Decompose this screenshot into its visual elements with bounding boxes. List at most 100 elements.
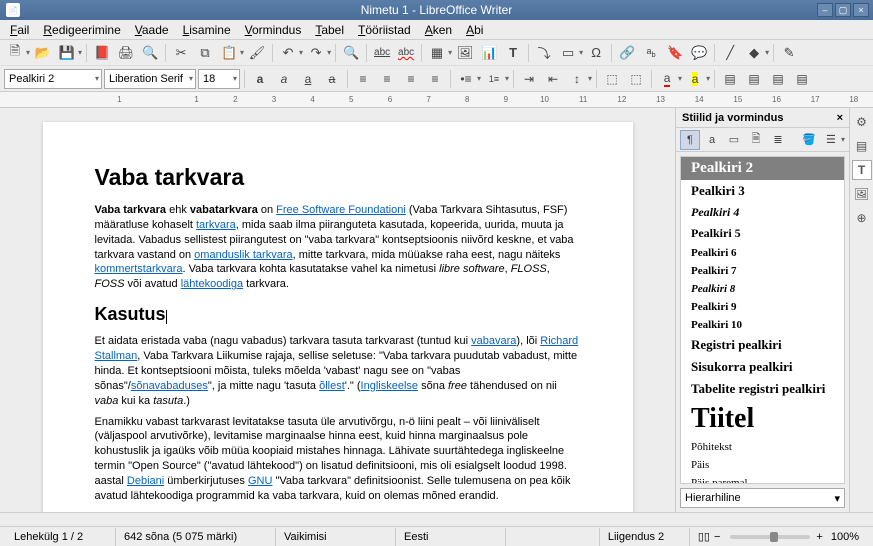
save-button[interactable]: 💾 <box>56 42 78 64</box>
link[interactable]: sõnavabaduses <box>131 380 208 392</box>
style-item[interactable]: Pealkiri 9 <box>681 298 844 316</box>
maximize-button[interactable]: ▢ <box>835 3 851 17</box>
italic-button[interactable]: a <box>273 69 295 89</box>
horizontal-scrollbar[interactable] <box>0 512 873 526</box>
style-item[interactable]: Tabelite registri pealkiri <box>681 378 844 400</box>
highlight-button[interactable]: a <box>684 69 706 89</box>
open-button[interactable]: 📂 <box>32 42 54 64</box>
bullets-button[interactable]: •≡ <box>455 69 477 89</box>
zoom-control[interactable]: ▯▯ − + 100% <box>690 528 867 546</box>
link[interactable]: Ingliskeelse <box>361 380 418 392</box>
bookmark-button[interactable]: 🔖 <box>664 42 686 64</box>
menu-redigeerimine[interactable]: Redigeerimine <box>37 21 126 39</box>
paragraph-styles-button[interactable]: ¶ <box>680 130 700 150</box>
style-item[interactable]: Pealkiri 5 <box>681 223 844 244</box>
sidebar-navigator-button[interactable]: ⊕ <box>852 208 872 228</box>
sidebar-properties-button[interactable]: ⚙ <box>852 112 872 132</box>
export-pdf-button[interactable]: 📕 <box>91 42 113 64</box>
link[interactable]: lähtekoodiga <box>181 278 243 290</box>
chart-button[interactable]: 📊 <box>478 42 500 64</box>
book-view-icon[interactable]: ▯▯ <box>698 530 710 543</box>
zoom-out-icon[interactable]: − <box>714 531 720 543</box>
font-name-combo[interactable]: Liberation Serif▾ <box>104 69 196 89</box>
style-item[interactable]: Registri pealkiri <box>681 334 844 356</box>
decrease-indent-button[interactable]: ⇤ <box>542 69 564 89</box>
font-size-combo[interactable]: 18▾ <box>198 69 240 89</box>
frame-styles-button[interactable]: ▭ <box>724 130 744 150</box>
style-item[interactable]: Põhitekst <box>681 438 844 456</box>
style-item[interactable]: Päis <box>681 456 844 474</box>
para-spacing-inc-button[interactable]: ⬚ <box>601 69 623 89</box>
spellcheck-button[interactable]: abc <box>371 42 393 64</box>
list-styles-button[interactable]: ≣ <box>768 130 788 150</box>
cut-button[interactable]: ✂ <box>170 42 192 64</box>
link[interactable]: omanduslik tarkvara <box>194 249 292 261</box>
underline-button[interactable]: a <box>297 69 319 89</box>
link[interactable]: vabavara <box>471 335 516 347</box>
style-item[interactable]: Pealkiri 4 <box>681 202 844 223</box>
find-button[interactable]: 🔍 <box>340 42 362 64</box>
extra-1-button[interactable]: ▤ <box>719 69 741 89</box>
link[interactable]: Debiani <box>127 475 164 487</box>
style-item[interactable]: Pealkiri 3 <box>681 180 844 202</box>
print-preview-button[interactable]: 🔍 <box>139 42 161 64</box>
table-button[interactable]: ▦ <box>426 42 448 64</box>
close-icon[interactable]: × <box>837 112 843 124</box>
styles-filter-combo[interactable]: Hierarhiline ▾ <box>680 488 845 508</box>
align-center-button[interactable]: ≡ <box>376 69 398 89</box>
line-spacing-button[interactable]: ↕ <box>566 69 588 89</box>
chevron-down-icon[interactable]: ▾ <box>189 74 193 83</box>
font-color-button[interactable]: a <box>656 69 678 89</box>
bold-button[interactable]: a <box>249 69 271 89</box>
align-left-button[interactable]: ≡ <box>352 69 374 89</box>
paragraph-style-combo[interactable]: Pealkiri 2▾ <box>4 69 102 89</box>
menu-aken[interactable]: Aken <box>419 21 458 39</box>
style-item[interactable]: Tiitel <box>681 400 844 438</box>
style-item[interactable]: Päis paremal <box>681 474 844 484</box>
new-doc-button[interactable]: 🗎 <box>4 42 26 64</box>
menu-abi[interactable]: Abi <box>460 21 489 39</box>
style-item[interactable]: Pealkiri 8 <box>681 280 844 298</box>
redo-button[interactable]: ↷ <box>305 42 327 64</box>
extra-4-button[interactable]: ▤ <box>791 69 813 89</box>
zoom-in-icon[interactable]: + <box>816 531 822 543</box>
link[interactable]: õllest <box>319 380 345 392</box>
menu-fail[interactable]: Fail <box>4 21 35 39</box>
paste-button[interactable]: 📋 <box>218 42 240 64</box>
para-spacing-dec-button[interactable]: ⬚ <box>625 69 647 89</box>
document-page[interactable]: Vaba tarkvara Vaba tarkvara ehk vabatark… <box>43 122 633 512</box>
page-break-button[interactable]: ⤵ <box>533 42 555 64</box>
styles-list[interactable]: Pealkiri 2Pealkiri 3Pealkiri 4Pealkiri 5… <box>680 156 845 484</box>
document-area[interactable]: Vaba tarkvara Vaba tarkvara ehk vabatark… <box>0 108 675 512</box>
special-char-button[interactable]: Ω <box>585 42 607 64</box>
new-style-button[interactable]: ☰ <box>821 130 841 150</box>
undo-button[interactable]: ↶ <box>277 42 299 64</box>
status-page[interactable]: Lehekülg 1 / 2 <box>6 528 116 546</box>
shapes-button[interactable]: ◆ <box>743 42 765 64</box>
footnote-button[interactable]: ab <box>640 42 662 64</box>
fill-format-button[interactable]: 🪣 <box>799 130 819 150</box>
print-button[interactable]: 🖨 <box>115 42 137 64</box>
status-page-style[interactable]: Vaikimisi <box>276 528 396 546</box>
link[interactable]: tarkvara <box>196 219 236 231</box>
style-item[interactable]: Pealkiri 10 <box>681 316 844 334</box>
align-justify-button[interactable]: ≡ <box>424 69 446 89</box>
status-wordcount[interactable]: 642 sõna (5 075 märki) <box>116 528 276 546</box>
sidebar-page-button[interactable]: ▤ <box>852 136 872 156</box>
style-item[interactable]: Pealkiri 2 <box>681 157 844 180</box>
image-button[interactable]: 🖼 <box>454 42 476 64</box>
menu-tööriistad[interactable]: Tööriistad <box>352 21 417 39</box>
extra-2-button[interactable]: ▤ <box>743 69 765 89</box>
style-item[interactable]: Pealkiri 6 <box>681 244 844 262</box>
page-styles-button[interactable]: 🗎 <box>746 130 766 150</box>
sidebar-styles-button[interactable]: T <box>852 160 872 180</box>
autospell-button[interactable]: abc <box>395 42 417 64</box>
horizontal-ruler[interactable]: 1123456789101112131415161718 <box>0 92 873 108</box>
link[interactable]: kommertstarkvara <box>95 263 183 275</box>
sidebar-gallery-button[interactable]: 🖼 <box>852 184 872 204</box>
link[interactable]: Free Software Foundationi <box>276 204 406 216</box>
menu-tabel[interactable]: Tabel <box>309 21 350 39</box>
extra-3-button[interactable]: ▤ <box>767 69 789 89</box>
line-button[interactable]: ╱ <box>719 42 741 64</box>
character-styles-button[interactable]: a <box>702 130 722 150</box>
